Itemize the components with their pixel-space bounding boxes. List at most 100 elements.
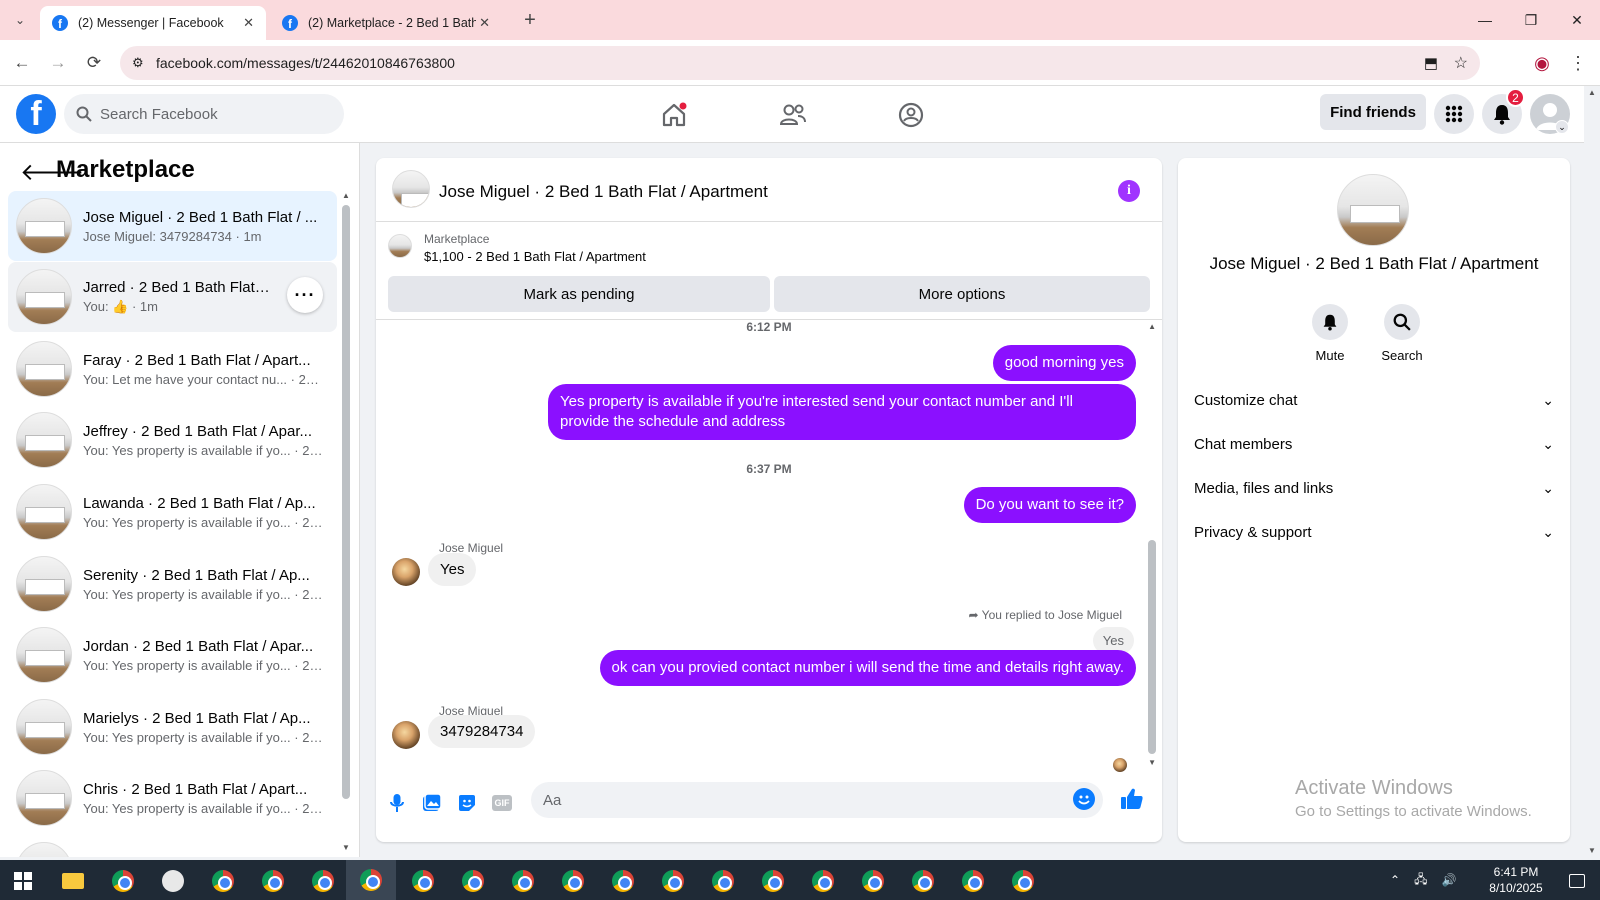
media-files-links-row[interactable]: Media, files and links ⌄ [1194,468,1554,508]
emoji-icon[interactable] [1073,788,1095,810]
back-icon[interactable]: ← [10,51,34,75]
chrome-profile-icon[interactable] [1008,866,1038,896]
restore-button[interactable]: ❐ [1508,0,1554,40]
chrome-profile-icon[interactable] [408,866,438,896]
chat-avatar[interactable] [392,170,430,208]
site-info-icon[interactable]: ⚙ [132,55,144,71]
sender-avatar[interactable] [392,558,420,586]
like-thumb-icon[interactable] [1117,784,1147,814]
menu-button[interactable] [1434,94,1474,134]
listing-price-title[interactable]: $1,100 - 2 Bed 1 Bath Flat / Apartment [424,249,646,264]
info-icon[interactable]: i [1118,180,1140,202]
chat-scroll-down-arrow[interactable]: ▼ [1148,758,1156,767]
close-window-button[interactable]: ✕ [1554,0,1600,40]
tab-messenger[interactable]: f (2) Messenger | Facebook ✕ [40,6,266,40]
conversation-item[interactable]: Jose Miguel · 2 Bed 1 Bath Flat / ... Jos… [8,191,337,261]
home-nav-button[interactable] [651,92,697,138]
conversation-item[interactable]: Serenity · 2 Bed 1 Bath Flat / Ap... You:… [8,549,337,619]
outgoing-message[interactable]: ok can you provied contact number i will… [599,650,1136,686]
more-options-button[interactable]: More options [774,276,1150,312]
install-icon[interactable]: ⬒ [1424,54,1438,72]
chrome-profile-icon[interactable] [908,866,938,896]
mark-pending-button[interactable]: Mark as pending [388,276,770,312]
app-icon[interactable] [158,866,188,896]
reload-icon[interactable]: ⟳ [82,51,106,75]
conversation-list-scrollbar[interactable] [342,205,350,799]
facebook-logo[interactable]: f [16,94,56,134]
chrome-profile-icon[interactable] [958,866,988,896]
close-tab-icon[interactable]: ✕ [243,15,254,31]
conversation-item[interactable]: Lawanda · 2 Bed 1 Bath Flat / Ap... You: … [8,477,337,547]
forward-icon[interactable]: → [46,51,70,75]
chrome-profile-icon[interactable] [508,866,538,896]
file-explorer-icon[interactable] [58,866,88,896]
conversation-item[interactable]: Faray · 2 Bed 1 Bath Flat / Apart... You:… [8,334,337,404]
conversation-item[interactable]: Chris · 2 Bed 1 Bath Flat / Apart... You:… [8,763,337,833]
notification-center-icon[interactable] [1562,866,1592,896]
conversation-item[interactable]: Jordan · 2 Bed 1 Bath Flat / Apar... You:… [8,620,337,690]
chrome-profile-icon[interactable] [808,866,838,896]
volume-icon[interactable]: 🔊 [1441,873,1456,887]
incoming-message[interactable]: 3479284734 [428,715,536,748]
sticker-icon[interactable] [454,790,480,816]
chrome-profile-icon[interactable] [208,866,238,896]
customize-chat-row[interactable]: Customize chat ⌄ [1194,380,1554,420]
search-in-chat-button[interactable]: Search [1372,304,1432,363]
conversation-item[interactable]: Marielys · 2 Bed 1 Bath Flat / Ap... You:… [8,692,337,762]
chrome-profile-icon[interactable] [858,866,888,896]
conversation-item[interactable]: Jeffrey · 2 Bed 1 Bath Flat / Apar... You… [8,405,337,475]
chat-members-row[interactable]: Chat members ⌄ [1194,424,1554,464]
chrome-profile-icon[interactable] [608,866,638,896]
network-icon[interactable]: 🖧 [1414,870,1427,891]
profile-icon[interactable]: ◉ [1530,51,1554,75]
details-listing-thumbnail[interactable] [1337,174,1409,246]
start-icon[interactable] [8,866,38,896]
page-scroll-up-arrow[interactable]: ▲ [1588,88,1596,97]
conversation-item[interactable]: Jarred · 2 Bed 1 Bath Flat / Ap... You: 👍… [8,262,337,332]
tray-chevron-icon[interactable]: ⌃ [1390,873,1400,887]
new-tab-button[interactable]: + [518,8,542,32]
minimize-button[interactable]: — [1462,0,1508,40]
chrome-icon[interactable] [108,866,138,896]
taskbar-clock[interactable]: 6:41 PM 8/10/2025 [1476,864,1556,896]
conversation-options-button[interactable]: ··· [287,277,323,313]
tab-marketplace[interactable]: f (2) Marketplace - 2 Bed 1 Bath ✕ [270,6,502,40]
chat-title[interactable]: Jose Miguel · 2 Bed 1 Bath Flat / Apartm… [439,182,768,202]
mute-button[interactable]: Mute [1300,304,1360,363]
chrome-profile-icon[interactable] [708,866,738,896]
search-input[interactable]: Search Facebook [64,94,344,134]
chat-scroll-up-arrow[interactable]: ▲ [1148,322,1156,331]
sender-avatar[interactable] [392,721,420,749]
incoming-message[interactable]: Yes [428,553,477,586]
message-input[interactable]: Aa [531,782,1103,818]
outgoing-message[interactable]: Do you want to see it? [963,487,1136,523]
chat-scrollbar[interactable] [1148,540,1156,754]
chrome-profile-icon[interactable] [308,866,338,896]
page-scroll-down-arrow[interactable]: ▼ [1588,846,1596,855]
privacy-support-row[interactable]: Privacy & support ⌄ [1194,512,1554,552]
bookmark-star-icon[interactable]: ☆ [1454,53,1468,73]
conversation-item-partial[interactable] [8,835,337,857]
chrome-profile-icon[interactable] [658,866,688,896]
account-chevron-icon[interactable]: ⌄ [1555,120,1569,134]
outgoing-message[interactable]: Yes property is available if you're inte… [548,384,1136,440]
tab-search-icon[interactable]: ⌄ [8,8,32,32]
url-input[interactable]: ⚙ facebook.com/messages/t/24462010846763… [120,46,1480,80]
close-tab-icon[interactable]: ✕ [479,15,490,31]
find-friends-button[interactable]: Find friends [1320,94,1426,130]
friends-nav-button[interactable] [770,92,816,138]
outgoing-message[interactable]: good morning yes [992,345,1136,381]
microphone-icon[interactable] [384,790,410,816]
scroll-down-arrow[interactable]: ▼ [342,843,350,852]
page-scrollbar[interactable]: ▲ ▼ [1584,86,1600,857]
gif-icon[interactable]: GIF [489,790,515,816]
browser-menu-icon[interactable]: ⋮ [1566,51,1590,75]
scroll-up-arrow[interactable]: ▲ [342,191,350,200]
chrome-profile-icon[interactable] [558,866,588,896]
chrome-profile-icon[interactable] [458,866,488,896]
chrome-profile-icon[interactable] [258,866,288,896]
chrome-profile-icon-active[interactable] [346,860,396,900]
groups-nav-button[interactable] [888,92,934,138]
photo-icon[interactable] [419,790,445,816]
chrome-profile-icon[interactable] [758,866,788,896]
